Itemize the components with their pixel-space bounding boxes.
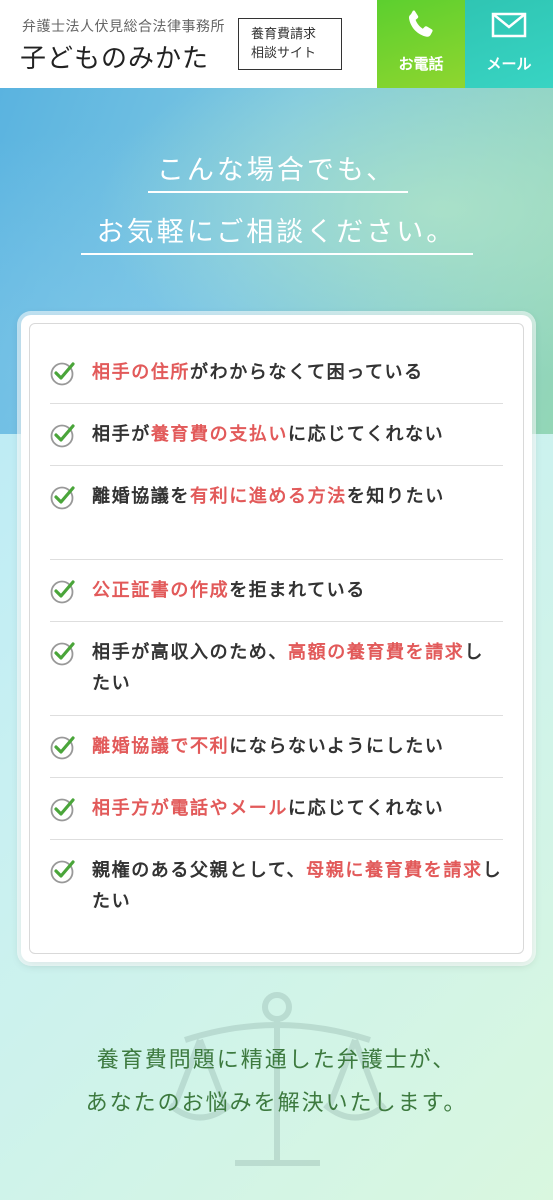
mail-button-label: メール [486, 55, 532, 73]
closing-message-line-2: あなたのお悩みを解決いたします。 [85, 1091, 468, 1116]
case-item: 離婚協議で不利にならないようにしたい [50, 731, 503, 762]
case-item-text: がわからなくて困っている [190, 362, 424, 383]
case-item-highlight: 母親に養育費を請求 [306, 860, 483, 881]
site-badge: 養育費請求 相談サイト [238, 18, 342, 70]
hero-heading-line-1: こんな場合でも、 [156, 155, 397, 186]
check-circle-icon [50, 424, 75, 448]
check-circle-icon [50, 798, 75, 822]
case-item-text: 親権のある父親として、 [92, 860, 307, 881]
case-item-text: 相手が高収入のため、 [92, 642, 288, 663]
site-title[interactable]: 子どものみかた [20, 38, 209, 75]
case-item: 相手方が電話やメールに応じてくれない [50, 793, 503, 824]
phone-button-label: お電話 [398, 55, 444, 73]
badge-line-2: 相談サイト [251, 46, 317, 61]
firm-name: 弁護士法人伏見総合法律事務所 [22, 19, 225, 35]
case-divider [50, 777, 503, 778]
closing-message-line-1: 養育費問題に精通した弁護士が、 [96, 1048, 457, 1073]
case-item-text: 相手が [92, 424, 151, 445]
case-item: 相手が養育費の支払いに応じてくれない [50, 419, 503, 450]
scales-icon [168, 992, 387, 1166]
check-circle-icon [50, 736, 75, 760]
case-item-highlight: 高額の養育費を請求 [288, 642, 465, 663]
case-divider [50, 839, 503, 840]
case-item: 相手が高収入のため、高額の養育費を請求したい [50, 637, 503, 699]
phone-button[interactable]: お電話 [377, 0, 465, 88]
case-item-highlight: 有利に進める方法 [190, 486, 347, 507]
case-list-card: 相手の住所がわからなくて困っている 相手が養育費の支払いに応じてくれない 離婚協議を… [21, 315, 532, 962]
hero-underline-2 [81, 253, 473, 255]
hero-underline-1 [148, 191, 408, 193]
check-circle-icon [50, 580, 75, 604]
hero-heading-line-2: お気軽にご相談ください。 [96, 217, 457, 248]
case-item-highlight: 相手方が電話やメール [92, 798, 288, 819]
case-divider [50, 403, 503, 404]
case-divider [50, 621, 503, 622]
check-circle-icon [50, 362, 75, 386]
site-header: 弁護士法人伏見総合法律事務所 子どものみかた 養育費請求 相談サイト お電話 メ… [0, 0, 553, 88]
check-circle-icon [50, 642, 75, 666]
case-divider [50, 715, 503, 716]
check-circle-icon [50, 486, 75, 510]
case-item-text: に応じてくれない [288, 424, 445, 445]
case-item-highlight: 相手の住所 [92, 362, 190, 383]
case-item-highlight: 公正証書の作成 [92, 580, 230, 601]
case-item-text: 離婚協議を [92, 486, 190, 507]
case-item-text: を拒まれている [229, 580, 366, 601]
phone-icon [408, 10, 433, 37]
case-item-text: に応じてくれない [288, 798, 445, 819]
case-item-text: にならないようにしたい [229, 736, 445, 757]
case-item-highlight: 養育費の支払い [150, 424, 289, 445]
case-item: 相手の住所がわからなくて困っている [50, 357, 503, 388]
case-item-text: を知りたい [346, 486, 445, 507]
badge-line-1: 養育費請求 [251, 27, 317, 42]
case-item-highlight: 離婚協議で不利 [92, 736, 230, 757]
case-item: 親権のある父親として、母親に養育費を請求したい [50, 855, 503, 917]
mail-icon [491, 12, 527, 38]
case-divider [50, 559, 503, 560]
mail-button[interactable]: メール [465, 0, 553, 88]
case-item: 公正証書の作成を拒まれている [50, 575, 503, 606]
case-divider [50, 465, 503, 466]
check-circle-icon [50, 860, 75, 884]
case-item: 離婚協議を有利に進める方法を知りたい [50, 481, 503, 512]
